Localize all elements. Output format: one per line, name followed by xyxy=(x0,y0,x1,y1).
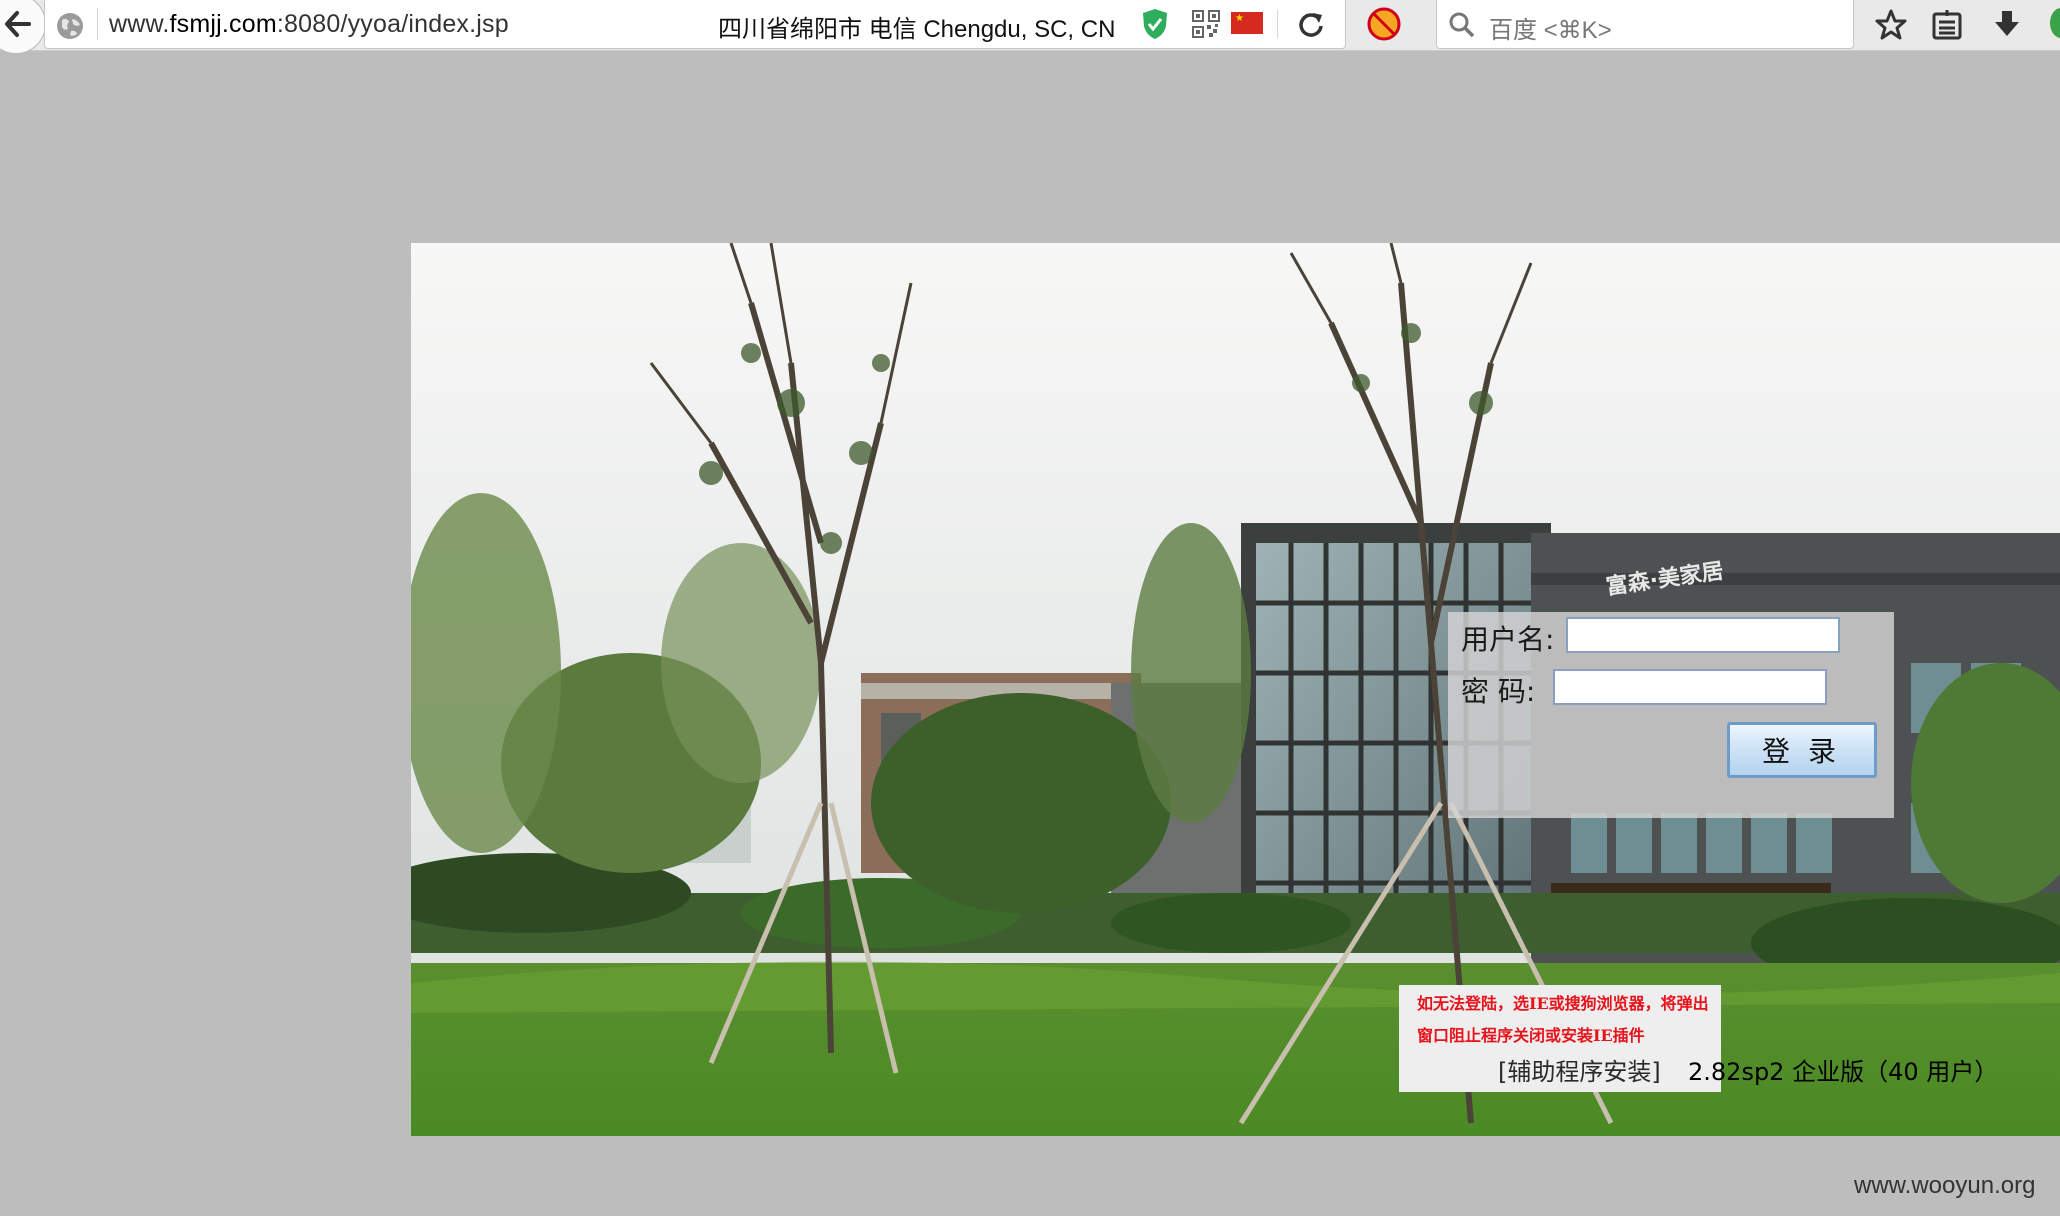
browser-warning-text: 如无法登陆，选IE或搜狗浏览器，将弹出窗口阻止程序关闭或安装IE插件 xyxy=(1417,994,1709,1045)
assist-install-link[interactable]: [辅助程序安装] xyxy=(1498,1052,1661,1087)
password-input[interactable] xyxy=(1553,669,1827,705)
reading-list-icon[interactable] xyxy=(1930,8,1964,42)
browser-toolbar: www.fsmjj.com:8080/yyoa/index.jsp 四川省绵阳市… xyxy=(0,0,2060,54)
password-label: 密 码: xyxy=(1461,675,1536,708)
star-icon[interactable] xyxy=(1874,8,1908,42)
back-arrow-icon xyxy=(5,11,31,37)
username-label: 用户名: xyxy=(1461,623,1555,656)
address-bar[interactable]: www.fsmjj.com:8080/yyoa/index.jsp 四川省绵阳市… xyxy=(44,0,1346,49)
globe-icon xyxy=(57,13,83,39)
search-icon xyxy=(1449,12,1475,38)
search-placeholder: 百度 <⌘K> xyxy=(1489,17,1612,44)
url-text[interactable]: www.fsmjj.com:8080/yyoa/index.jsp xyxy=(109,10,509,39)
login-button[interactable]: 登录 xyxy=(1727,722,1877,778)
version-text: 2.82sp2 企业版（40 用户） xyxy=(1688,1058,1999,1086)
qr-code-icon[interactable] xyxy=(1192,10,1220,38)
back-button[interactable] xyxy=(0,0,46,54)
search-box[interactable]: 百度 <⌘K> xyxy=(1436,0,1854,49)
blocked-addon-icon[interactable] xyxy=(1366,6,1402,42)
download-icon[interactable] xyxy=(1990,8,2024,42)
username-input[interactable] xyxy=(1566,617,1840,653)
shield-icon[interactable] xyxy=(1141,8,1169,40)
watermark: www.wooyun.org xyxy=(1854,1172,2036,1199)
china-flag-icon: ★ xyxy=(1231,12,1263,34)
geo-location-text: 四川省绵阳市 电信 Chengdu, SC, CN xyxy=(718,16,1116,43)
status-indicator xyxy=(2050,8,2060,38)
reload-icon[interactable] xyxy=(1297,10,1325,38)
